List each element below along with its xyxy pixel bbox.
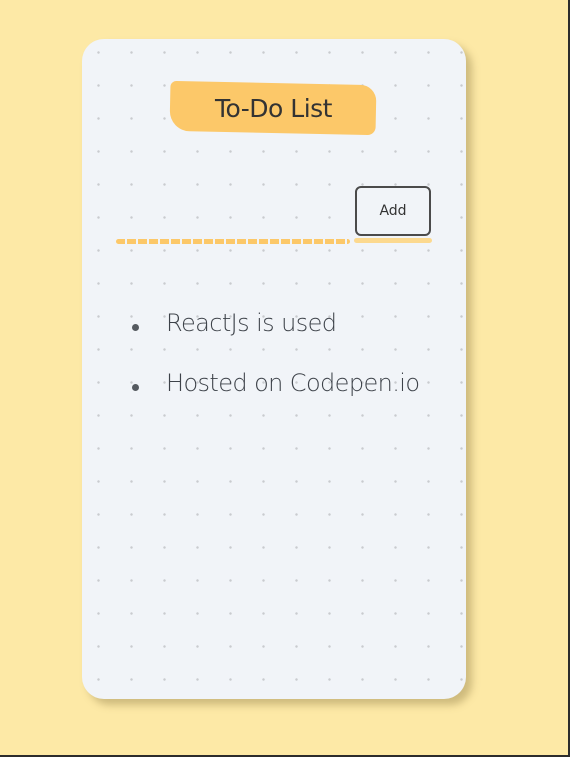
bullet-icon [132, 324, 139, 331]
page-title: To-Do List [214, 93, 332, 123]
title-banner: To-Do List [169, 80, 377, 136]
bullet-icon [132, 384, 139, 391]
add-button[interactable]: Add [355, 186, 431, 236]
todo-text: Hosted on Codepen.io [166, 369, 420, 397]
todo-text: ReactJs is used [166, 309, 337, 337]
todo-card: To-Do List Add ReactJs is used Hosted on… [82, 39, 466, 699]
todo-input-underline[interactable] [116, 239, 350, 244]
todo-input-underline-tail [354, 238, 432, 243]
